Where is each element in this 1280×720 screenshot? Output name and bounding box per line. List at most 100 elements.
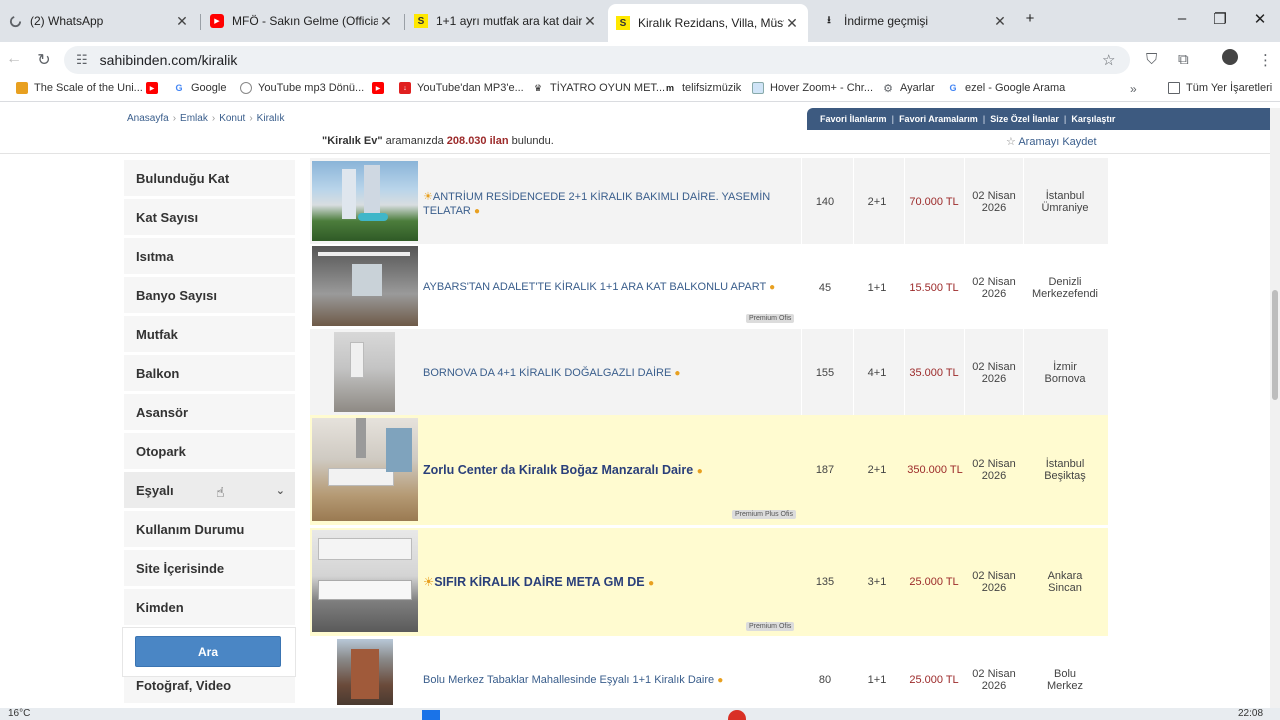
tab-separator	[404, 14, 405, 30]
tab-downloads[interactable]: ⭳ İndirme geçmişi ✕	[814, 6, 1016, 36]
start-menu-icon[interactable]	[422, 710, 440, 720]
chevron-right-icon[interactable]: »	[1130, 82, 1137, 96]
listing-photo[interactable]	[312, 418, 418, 521]
listing-row[interactable]: Bolu Merkez Tabaklar Mahallesinde Eşyalı…	[310, 636, 1108, 708]
listing-row[interactable]: BORNOVA DA 4+1 KİRALIK DOĞALGAZLI DAİRE …	[310, 329, 1108, 415]
filter-esyali[interactable]: Eşyalı ⌄	[124, 472, 295, 508]
breadcrumb-separator: ›	[172, 113, 177, 124]
close-tab-icon[interactable]: ✕	[582, 13, 598, 30]
tab-sahibinden-kiralik[interactable]: S Kiralık Rezidans, Villa, Müstakil ✕	[608, 4, 808, 42]
listing-row-featured[interactable]: ☀SIFIR KİRALIK DAİRE META GM DE ● 135 3+…	[310, 527, 1108, 636]
tab-sahibinden-search[interactable]: S 1+1 ayrı mutfak ara kat daire/b ✕	[406, 6, 606, 36]
link-separator: |	[982, 114, 986, 124]
back-arrow-icon[interactable]: ←	[4, 50, 24, 68]
filter-kullanim-durumu[interactable]: Kullanım Durumu	[124, 511, 295, 547]
close-tab-icon[interactable]: ✕	[174, 13, 190, 30]
favorite-listings-link[interactable]: Favori İlanlarım	[820, 114, 887, 124]
compare-link[interactable]: Karşılaştır	[1071, 114, 1115, 124]
listing-title[interactable]: Bolu Merkez Tabaklar Mahallesinde Eşyalı…	[423, 673, 803, 688]
filter-balkon[interactable]: Balkon	[124, 355, 295, 391]
highlight-pin-icon: ●	[648, 578, 655, 589]
google-icon: G	[949, 83, 957, 93]
tab-separator	[200, 14, 201, 30]
chrome-taskbar-icon[interactable]	[728, 710, 746, 720]
listing-photo[interactable]	[312, 161, 418, 241]
bookmark-star-icon[interactable]: ☆	[1102, 51, 1115, 69]
save-search-link[interactable]: ☆ Aramayı Kaydet	[1006, 135, 1097, 148]
favorite-searches-link[interactable]: Favori Aramalarım	[899, 114, 978, 124]
listing-title[interactable]: Zorlu Center da Kiralık Boğaz Manzaralı …	[423, 463, 803, 479]
window-close-button[interactable]: ✕	[1250, 10, 1270, 28]
filter-otopark[interactable]: Otopark	[124, 433, 295, 469]
profile-avatar[interactable]	[1222, 49, 1238, 65]
filter-bulundugu-kat[interactable]: Bulunduğu Kat	[124, 160, 295, 196]
menu-kebab-icon[interactable]: ⋮	[1258, 51, 1273, 69]
filter-site-icerisinde[interactable]: Site İçerisinde	[124, 550, 295, 586]
listing-m2: 80	[818, 674, 832, 686]
listing-title[interactable]: BORNOVA DA 4+1 KİRALIK DOĞALGAZLI DAİRE …	[423, 366, 803, 381]
tab-youtube[interactable]: ▶ MFÖ - Sakın Gelme (Official Vid ✕	[202, 6, 402, 36]
bookmark-item[interactable]: Gezel - Google Arama	[947, 82, 1065, 94]
bookmark-item[interactable]: YouTube mp3 Dönü...	[240, 82, 364, 94]
bookmark-item[interactable]: G Google	[173, 82, 226, 94]
tab-title: MFÖ - Sakın Gelme (Official Vid	[232, 14, 378, 28]
bookmark-item[interactable]: ↓ YouTube'dan MP3'e...	[399, 82, 524, 94]
listing-row[interactable]: ☀ANTRİUM RESİDENCEDE 2+1 KİRALIK BAKIMLI…	[310, 158, 1108, 244]
extensions-icon[interactable]: ⧉	[1178, 51, 1189, 68]
scrollbar-thumb[interactable]	[1272, 290, 1278, 400]
bookmarks-bar: The Scale of the Uni... ▶ G Google YouTub…	[0, 78, 1280, 102]
filter-banyo-sayisi[interactable]: Banyo Sayısı	[124, 277, 295, 313]
link-separator: |	[1063, 114, 1067, 124]
listing-title[interactable]: ☀SIFIR KİRALIK DAİRE META GM DE ●	[423, 575, 803, 591]
listing-row-featured[interactable]: Zorlu Center da Kiralık Boğaz Manzaralı …	[310, 415, 1108, 525]
shield-icon[interactable]: ⛉	[1146, 51, 1157, 68]
column-divider	[1023, 158, 1024, 244]
bookmark-item[interactable]: ♛ TİYATRO OYUN MET...	[532, 82, 665, 94]
column-divider	[904, 329, 905, 415]
listing-photo[interactable]	[312, 246, 418, 326]
breadcrumb-item[interactable]: Konut	[219, 113, 245, 124]
bookmark-item[interactable]: Hover Zoom+ - Chr...	[752, 82, 873, 94]
close-tab-icon[interactable]: ✕	[378, 13, 394, 30]
bookmark-item[interactable]: ▶	[146, 82, 164, 94]
bookmark-item[interactable]: m telifsizmüzik	[664, 82, 741, 94]
listing-photo[interactable]	[334, 332, 395, 412]
breadcrumb-item[interactable]: Anasayfa	[127, 113, 169, 124]
listing-title[interactable]: AYBARS'TAN ADALET'TE KİRALIK 1+1 ARA KAT…	[423, 280, 803, 295]
all-bookmarks-folder[interactable]: Tüm Yer İşaretleri	[1168, 82, 1272, 94]
bookmark-item[interactable]: ⚙ Ayarlar	[882, 82, 935, 95]
star-outline-icon: ☆	[1006, 136, 1016, 148]
search-button[interactable]: Ara	[135, 636, 281, 667]
listing-title[interactable]: ☀ANTRİUM RESİDENCEDE 2+1 KİRALIK BAKIMLI…	[423, 190, 803, 219]
new-tab-button[interactable]: +	[1020, 10, 1040, 27]
restore-button[interactable]: ❐	[1210, 10, 1230, 28]
breadcrumb-item[interactable]: Emlak	[180, 113, 208, 124]
loading-spinner-icon	[8, 14, 22, 28]
listing-location: Ankara Sincan	[1047, 570, 1083, 594]
listing-photo[interactable]	[337, 639, 393, 705]
filter-isitma[interactable]: Isıtma	[124, 238, 295, 274]
reload-icon[interactable]: ↻	[34, 50, 54, 70]
filter-kimden[interactable]: Kimden	[124, 589, 295, 625]
youtube-icon: ▶	[210, 14, 224, 28]
breadcrumb-item[interactable]: Kiralık	[257, 113, 285, 124]
chevron-down-icon: ⌄	[275, 484, 285, 497]
close-tab-icon[interactable]: ✕	[992, 13, 1008, 30]
address-bar[interactable]: ☷ sahibinden.com/kiralik	[64, 46, 1130, 74]
tab-whatsapp[interactable]: (2) WhatsApp ✕	[0, 6, 198, 36]
close-tab-icon[interactable]: ✕	[784, 15, 800, 32]
download-icon: ⭳	[827, 14, 831, 26]
filter-asansor[interactable]: Asansör	[124, 394, 295, 430]
filter-mutfak[interactable]: Mutfak	[124, 316, 295, 352]
page-scrollbar[interactable]	[1270, 108, 1280, 708]
listing-row[interactable]: AYBARS'TAN ADALET'TE KİRALIK 1+1 ARA KAT…	[310, 244, 1108, 329]
listing-photo[interactable]	[312, 530, 418, 632]
bookmark-item[interactable]: ▶	[372, 82, 390, 94]
site-info-icon[interactable]: ☷	[76, 52, 88, 68]
minimize-button[interactable]: –	[1172, 10, 1192, 27]
bookmark-item[interactable]: The Scale of the Uni...	[16, 82, 143, 94]
download-icon: ↓	[399, 82, 411, 94]
hand-cursor-icon: ☝	[216, 484, 225, 500]
filter-kat-sayisi[interactable]: Kat Sayısı	[124, 199, 295, 235]
special-listings-link[interactable]: Size Özel İlanlar	[990, 114, 1059, 124]
